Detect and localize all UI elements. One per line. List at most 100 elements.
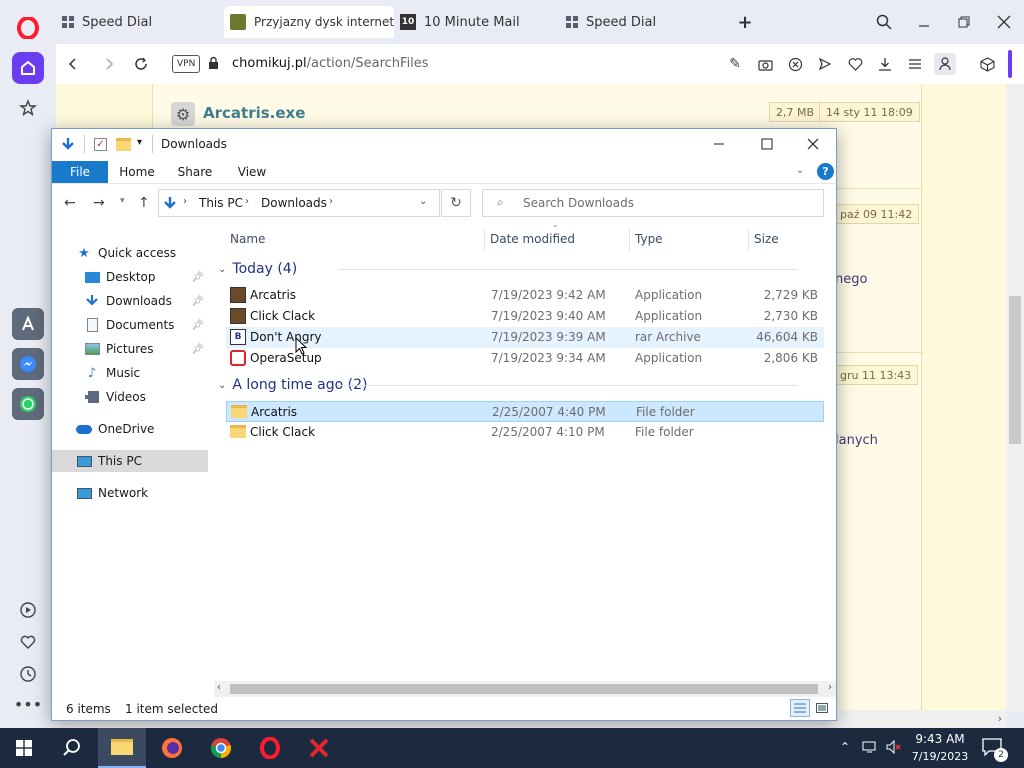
column-header-name[interactable]: Name: [230, 229, 265, 249]
maximize-icon[interactable]: [760, 137, 774, 154]
details-view-icon[interactable]: [790, 699, 810, 717]
group-today[interactable]: ⌄ Today (4): [218, 259, 800, 279]
chrome-icon[interactable]: [197, 728, 245, 768]
heart-icon[interactable]: [12, 626, 44, 658]
ribbon-tab-view[interactable]: View: [228, 161, 276, 183]
messenger-icon[interactable]: [12, 348, 44, 380]
sidebar-toggle-bar[interactable]: [1008, 50, 1012, 78]
pin-icon[interactable]: 📌︎: [191, 272, 204, 283]
tab-speed-dial-1[interactable]: Speed Dial: [56, 8, 221, 36]
scrollbar-thumb[interactable]: [1009, 296, 1021, 444]
close-browser-icon[interactable]: [992, 10, 1016, 34]
nav-pictures[interactable]: Pictures 📌︎: [84, 338, 208, 360]
lock-icon[interactable]: [208, 56, 219, 73]
file-row[interactable]: Click Clack 2/25/2007 4:10 PM File folde…: [226, 422, 824, 443]
breadcrumb-this-pc[interactable]: This PC: [199, 196, 243, 210]
opera-logo-icon[interactable]: [12, 12, 44, 44]
tab-chomikuj[interactable]: Przyjazny dysk internetow: [224, 6, 394, 38]
adblock-icon[interactable]: [786, 55, 804, 73]
file-row[interactable]: Arcatris 7/19/2023 9:42 AM Application 2…: [226, 285, 824, 306]
column-header-date[interactable]: Date modified: [490, 229, 575, 249]
search-box[interactable]: ⌕ Search Downloads: [482, 189, 824, 217]
ribbon-tab-home[interactable]: Home: [112, 161, 162, 183]
collapse-chevron-icon[interactable]: ⌄: [218, 380, 226, 391]
address-bar[interactable]: › This PC › Downloads › ⌄: [158, 189, 440, 217]
bookmark-heart-icon[interactable]: [846, 55, 864, 73]
address-dropdown-icon[interactable]: ⌄: [419, 196, 427, 207]
collapse-chevron-icon[interactable]: ⌄: [218, 264, 226, 275]
vpn-badge[interactable]: VPN: [172, 55, 201, 73]
send-icon[interactable]: [816, 55, 834, 73]
app-store-icon[interactable]: [12, 308, 44, 340]
network-status-icon[interactable]: [862, 740, 878, 757]
tab-speed-dial-2[interactable]: Speed Dial: [560, 8, 730, 36]
opera-taskbar-icon[interactable]: [246, 728, 294, 768]
url-field[interactable]: chomikuj.pl/action/SearchFiles: [232, 56, 429, 71]
column-header-size[interactable]: Size: [754, 229, 779, 249]
file-row-hovered[interactable]: B Don't Angry 7/19/2023 9:39 AM rar Arch…: [226, 327, 824, 348]
recent-locations-icon[interactable]: ▾: [120, 196, 125, 206]
web-file-title[interactable]: Arcatris.exe: [203, 104, 305, 122]
ribbon-expand-icon[interactable]: ⌄: [796, 165, 804, 176]
properties-check-icon[interactable]: ✓: [94, 138, 107, 151]
file-list-hscrollbar[interactable]: ‹ ›: [214, 681, 836, 697]
reload-icon[interactable]: [132, 55, 150, 73]
player-icon[interactable]: [12, 594, 44, 626]
show-hidden-icons-chevron-icon[interactable]: ⌃: [840, 740, 850, 754]
home-icon[interactable]: [12, 52, 44, 84]
new-tab-plus-icon[interactable]: +: [733, 10, 757, 34]
nav-downloads[interactable]: Downloads 📌︎: [84, 290, 208, 312]
back-icon[interactable]: [64, 55, 82, 73]
ribbon-tab-file[interactable]: File: [52, 161, 108, 183]
download-arrow-icon[interactable]: [60, 137, 76, 156]
breadcrumb-downloads[interactable]: Downloads: [261, 196, 327, 210]
scroll-left-icon[interactable]: ‹: [217, 682, 221, 693]
file-row[interactable]: OperaSetup 7/19/2023 9:34 AM Application…: [226, 348, 824, 369]
nav-desktop[interactable]: Desktop 📌︎: [84, 266, 208, 288]
profile-icon[interactable]: [934, 53, 956, 75]
nav-documents[interactable]: Documents 📌︎: [84, 314, 208, 336]
large-icons-view-icon[interactable]: [814, 700, 830, 716]
file-row[interactable]: Click Clack 7/19/2023 9:40 AM Applicatio…: [226, 306, 824, 327]
refresh-icon[interactable]: ↻: [441, 189, 471, 217]
camera-icon[interactable]: [756, 55, 774, 73]
ribbon-tab-share[interactable]: Share: [170, 161, 220, 183]
scroll-right-icon[interactable]: ›: [828, 682, 832, 693]
pin-icon[interactable]: 📌︎: [191, 296, 204, 307]
nav-this-pc[interactable]: This PC: [52, 450, 208, 472]
taskbar-date[interactable]: 7/19/2023: [910, 750, 970, 763]
restore-icon[interactable]: [952, 10, 976, 34]
pin-icon[interactable]: 📌︎: [191, 344, 204, 355]
search-icon[interactable]: [48, 728, 96, 768]
forward-arrow-icon[interactable]: →: [93, 195, 105, 211]
tab-10-minute-mail[interactable]: 10 10 Minute Mail: [394, 8, 560, 36]
help-icon[interactable]: ?: [817, 163, 834, 180]
close-icon[interactable]: [806, 137, 820, 154]
extensions-box-icon[interactable]: [978, 55, 996, 73]
easy-setup-icon[interactable]: [906, 55, 924, 73]
scroll-right-icon[interactable]: ›: [998, 712, 1002, 725]
minimize-icon[interactable]: [912, 10, 936, 34]
whatsapp-icon[interactable]: [12, 388, 44, 420]
volume-muted-icon[interactable]: [886, 739, 902, 757]
forward-icon[interactable]: [100, 55, 118, 73]
taskbar-time[interactable]: 9:43 AM: [910, 732, 970, 746]
nav-quick-access[interactable]: ★ Quick access: [76, 242, 232, 264]
scrollbar-thumb[interactable]: [230, 684, 818, 694]
pin-icon[interactable]: 📌︎: [191, 320, 204, 331]
nav-music[interactable]: ♪ Music: [84, 362, 208, 384]
firefox-icon[interactable]: [148, 728, 196, 768]
app-x-icon[interactable]: [295, 728, 343, 768]
file-row-selected[interactable]: Arcatris 2/25/2007 4:40 PM File folder: [226, 401, 824, 422]
page-vertical-scrollbar[interactable]: [1006, 84, 1024, 712]
minimize-icon[interactable]: [712, 137, 726, 154]
new-folder-icon[interactable]: [116, 138, 131, 151]
star-icon[interactable]: [12, 92, 44, 124]
group-long-ago[interactable]: ⌄ A long time ago (2): [218, 375, 800, 395]
windows-start-icon[interactable]: [0, 728, 48, 768]
search-tabs-icon[interactable]: [872, 10, 896, 34]
nav-network[interactable]: Network: [76, 482, 232, 504]
history-icon[interactable]: [12, 658, 44, 690]
file-explorer-taskbar-icon[interactable]: [98, 728, 146, 768]
up-arrow-icon[interactable]: ↑: [138, 195, 150, 211]
